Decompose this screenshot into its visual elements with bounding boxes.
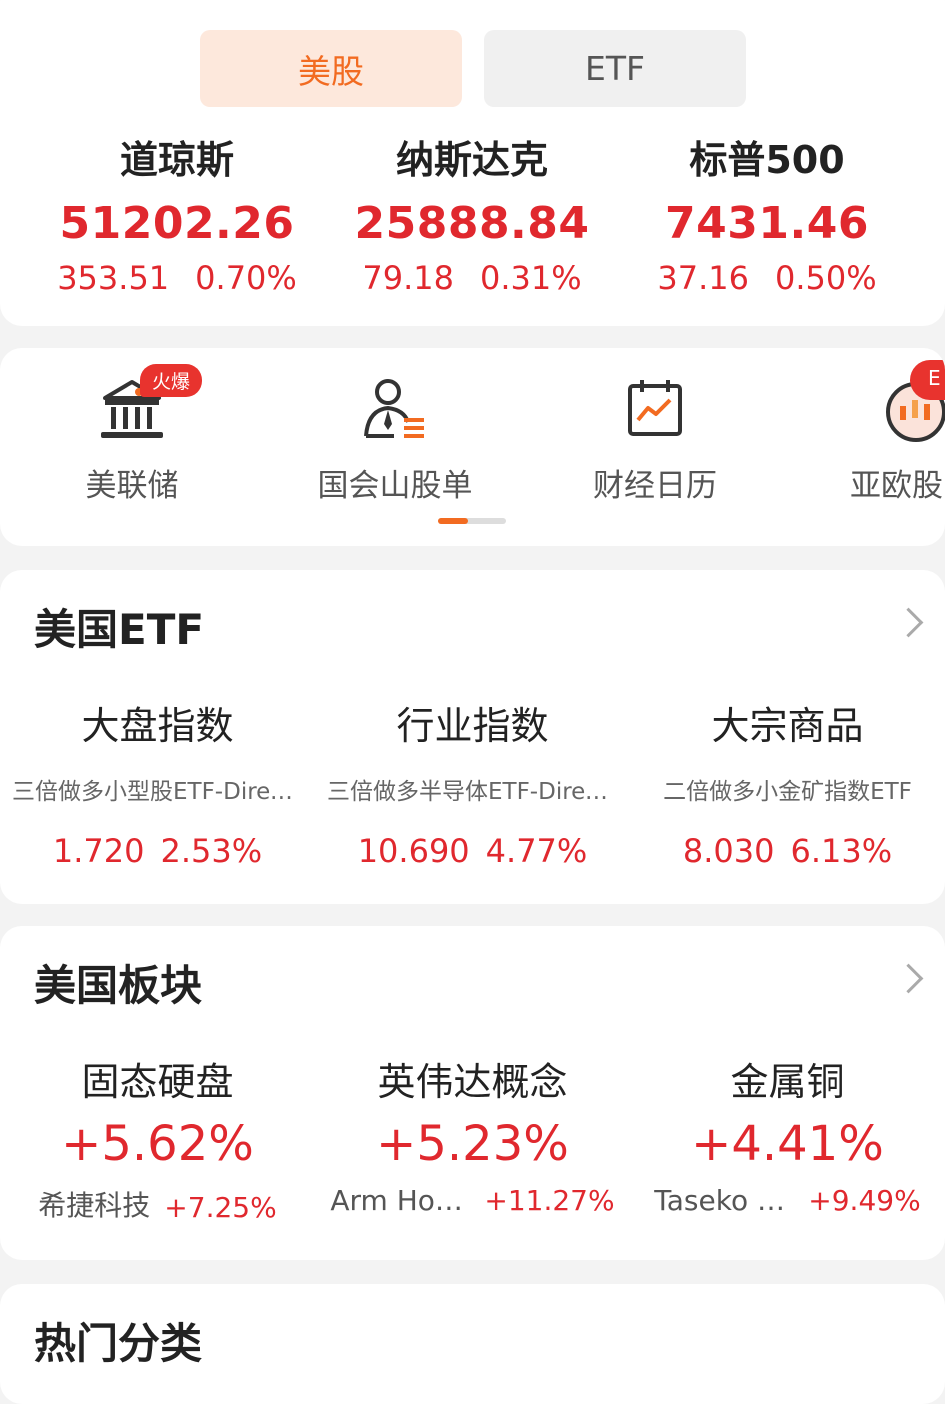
sector-leader: Arm Holdings+11.27%: [330, 1184, 615, 1217]
shortcut-label: 国会山股单: [317, 468, 473, 504]
index-price: 7431.46: [665, 198, 869, 249]
etf-values: 1.720 2.53%: [52, 832, 263, 870]
person-list-icon: [360, 376, 430, 442]
sector-pct: +5.23%: [376, 1116, 569, 1172]
shortcut-congress-trades[interactable]: 国会山股单: [300, 376, 490, 505]
page-indicator: [438, 518, 506, 524]
etf-column[interactable]: 大宗商品 二倍做多小金矿指数ETF 8.030 6.13%: [630, 702, 945, 870]
index-name: 道琼斯: [119, 138, 234, 182]
etf-fund-name: 三倍做多小型股ETF-Direxion: [12, 779, 315, 805]
sector-leader: Taseko Mines+9.49%: [654, 1184, 921, 1217]
etf-values: 10.690 4.77%: [357, 832, 588, 870]
shortcut-label: 财经日历: [593, 468, 717, 504]
index-price: 25888.84: [354, 198, 590, 249]
chevron-right-icon[interactable]: [893, 963, 924, 994]
index-price: 51202.26: [59, 198, 295, 249]
section-title: 美国板块: [34, 961, 203, 1010]
shortcut-row: 美联储 火爆 国会山股单 财经日历 亚欧股 E: [0, 348, 945, 546]
etf-fund-name: 三倍做多半导体ETF-Direxion: [327, 779, 630, 805]
etf-fund-name: 二倍做多小金矿指数ETF: [663, 779, 912, 805]
hot-categories-card: 热门分类: [0, 1284, 945, 1404]
calendar-icon: [620, 376, 690, 442]
market-tabs: 美股 ETF: [200, 30, 746, 107]
shortcut-label: 美联储: [85, 468, 179, 504]
shortcut-label: 亚欧股: [850, 468, 943, 504]
etf-category: 大盘指数: [81, 704, 234, 748]
chevron-right-icon[interactable]: [893, 607, 924, 638]
section-title: 热门分类: [34, 1319, 203, 1368]
index-dow[interactable]: 道琼斯 51202.26 353.51 0.70%: [32, 138, 322, 298]
sector-name: 英伟达概念: [377, 1060, 568, 1104]
index-name: 标普500: [689, 138, 845, 182]
index-sp500[interactable]: 标普500 7431.46 37.16 0.50%: [622, 138, 912, 298]
sector-pct: +5.62%: [61, 1116, 254, 1172]
sector-pct: +4.41%: [691, 1116, 884, 1172]
sector-name: 金属铜: [730, 1060, 845, 1104]
sector-leader: 希捷科技 +7.25%: [38, 1189, 277, 1224]
us-sectors-card: 美国板块 固态硬盘 +5.62% 希捷科技 +7.25% 英伟达概念 +5.23%…: [0, 926, 945, 1260]
sector-column[interactable]: 固态硬盘 +5.62% 希捷科技 +7.25%: [0, 1058, 315, 1224]
index-nasdaq[interactable]: 纳斯达克 25888.84 79.18 0.31%: [327, 138, 617, 298]
etf-category: 行业指数: [396, 704, 549, 748]
sector-name: 固态硬盘: [81, 1060, 234, 1104]
etf-column[interactable]: 行业指数 三倍做多半导体ETF-Direxion 10.690 4.77%: [315, 702, 630, 870]
etf-column[interactable]: 大盘指数 三倍做多小型股ETF-Direxion 1.720 2.53%: [0, 702, 315, 870]
index-name: 纳斯达克: [395, 138, 548, 182]
index-change: 79.18 0.31%: [362, 259, 582, 297]
tab-us-stocks[interactable]: 美股: [200, 30, 462, 107]
us-etf-card: 美国ETF 大盘指数 三倍做多小型股ETF-Direxion 1.720 2.53…: [0, 570, 945, 904]
sector-column[interactable]: 金属铜 +4.41% Taseko Mines+9.49%: [630, 1058, 945, 1217]
etf-category: 大宗商品: [711, 704, 864, 748]
index-change: 37.16 0.50%: [657, 259, 877, 297]
section-title: 美国ETF: [34, 605, 205, 654]
tab-etf[interactable]: ETF: [484, 30, 746, 107]
sector-column[interactable]: 英伟达概念 +5.23% Arm Holdings+11.27%: [315, 1058, 630, 1217]
partial-badge: E: [910, 360, 945, 400]
index-change: 353.51 0.70%: [57, 259, 297, 297]
etf-values: 8.030 6.13%: [682, 832, 893, 870]
hot-badge: 火爆: [140, 364, 203, 397]
shortcut-calendar[interactable]: 财经日历: [585, 376, 725, 505]
